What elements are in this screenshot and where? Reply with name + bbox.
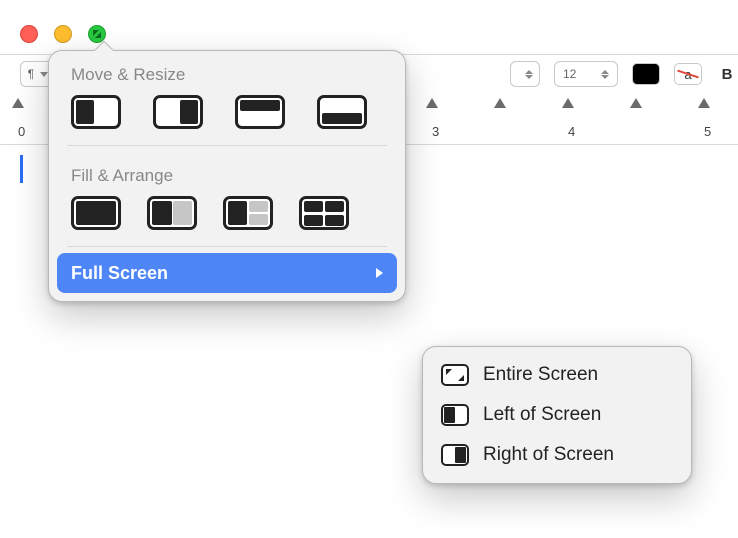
font-size-stepper[interactable]: 12 <box>554 61 618 87</box>
strike-label: a <box>684 67 691 82</box>
chevron-right-icon <box>376 268 383 278</box>
strikethrough-button[interactable]: a <box>674 63 702 85</box>
ruler-number: 3 <box>432 124 439 139</box>
entire-screen-icon <box>441 364 469 386</box>
submenu-label: Entire Screen <box>483 364 598 386</box>
full-screen-label: Full Screen <box>71 263 168 284</box>
font-size-value: 12 <box>563 67 576 81</box>
window-background: ¶ 12 a B 0345 Move & Resize Fill & Arran… <box>0 0 738 538</box>
text-cursor <box>20 155 23 183</box>
fill-three-pane-icon[interactable] <box>223 196 273 230</box>
move-resize-heading: Move & Resize <box>49 51 405 91</box>
move-bottom-half-icon[interactable] <box>317 95 367 129</box>
move-resize-row <box>49 91 405 143</box>
window-layout-popover: Move & Resize Fill & Arrange Full Screen <box>48 50 406 302</box>
divider <box>67 246 387 247</box>
fill-arrange-heading: Fill & Arrange <box>49 152 405 192</box>
fill-four-pane-icon[interactable] <box>299 196 349 230</box>
submenu-label: Left of Screen <box>483 404 601 426</box>
ruler-marker <box>426 98 438 108</box>
ruler-marker <box>630 98 642 108</box>
left-of-screen-icon <box>441 404 469 426</box>
ruler-marker <box>698 98 710 108</box>
ruler-marker <box>494 98 506 108</box>
ruler-number: 0 <box>18 124 25 139</box>
ruler-number: 4 <box>568 124 575 139</box>
close-button[interactable] <box>20 25 38 43</box>
ruler-marker <box>562 98 574 108</box>
fill-left-split-icon[interactable] <box>147 196 197 230</box>
font-family-dropdown[interactable] <box>510 61 540 87</box>
fill-full-icon[interactable] <box>71 196 121 230</box>
move-right-half-icon[interactable] <box>153 95 203 129</box>
full-screen-menu-item[interactable]: Full Screen <box>57 253 397 293</box>
ruler-number: 5 <box>704 124 711 139</box>
submenu-item-right-of-screen[interactable]: Right of Screen <box>429 435 685 475</box>
popover-arrow <box>93 41 113 51</box>
submenu-item-entire-screen[interactable]: Entire Screen <box>429 355 685 395</box>
right-of-screen-icon <box>441 444 469 466</box>
minimize-button[interactable] <box>54 25 72 43</box>
submenu-item-left-of-screen[interactable]: Left of Screen <box>429 395 685 435</box>
move-top-half-icon[interactable] <box>235 95 285 129</box>
bold-button[interactable]: B <box>716 66 738 83</box>
full-screen-submenu: Entire Screen Left of Screen Right of Sc… <box>422 346 692 484</box>
fill-arrange-row <box>49 192 405 244</box>
ruler-marker <box>12 98 24 108</box>
move-left-half-icon[interactable] <box>71 95 121 129</box>
text-color-swatch[interactable] <box>632 63 660 85</box>
divider <box>67 145 387 146</box>
submenu-label: Right of Screen <box>483 444 614 466</box>
